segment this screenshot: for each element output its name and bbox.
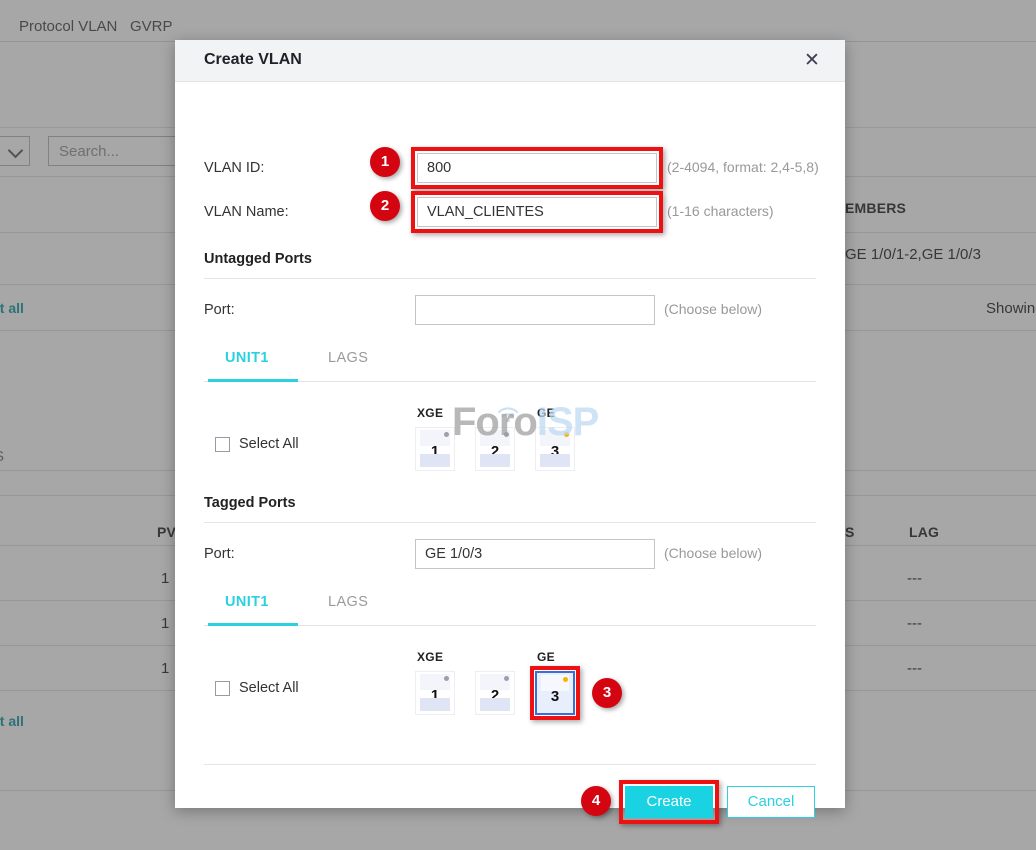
vlan-id-hint: (2-4094, format: 2,4-5,8): [667, 159, 819, 175]
port-led-icon: [444, 432, 449, 437]
tagged-port-label: Port:: [204, 546, 235, 562]
untagged-group-ge: GE: [537, 406, 555, 420]
port-led-icon: [504, 432, 509, 437]
port-base: [420, 454, 450, 467]
tagged-tab-lags[interactable]: LAGS: [328, 594, 368, 610]
dialog-header: Create VLAN ✕: [175, 40, 845, 82]
untagged-separator: [204, 278, 816, 279]
tagged-group-ge: GE: [537, 650, 555, 664]
tagged-port-input[interactable]: GE 1/0/3: [415, 539, 655, 569]
port-base: [480, 698, 510, 711]
close-icon[interactable]: ✕: [801, 50, 823, 72]
untagged-port-input[interactable]: [415, 295, 655, 325]
untagged-port-2[interactable]: 2: [475, 427, 515, 471]
untagged-select-all-label: Select All: [239, 436, 299, 452]
tagged-tabbar: UNIT1 LAGS: [204, 588, 816, 626]
tagged-port-hint: (Choose below): [664, 545, 763, 561]
port-led-icon: [504, 676, 509, 681]
annotation-badge-1: 1: [370, 147, 400, 177]
annotation-badge-2: 2: [370, 191, 400, 221]
create-vlan-dialog: Create VLAN ✕ VLAN ID: 800 (2-4094, form…: [175, 40, 845, 824]
footer-separator: [204, 764, 816, 765]
tagged-select-all-checkbox[interactable]: [215, 681, 230, 696]
tagged-port-3-number: 3: [550, 688, 560, 705]
untagged-tab-indicator: [208, 379, 298, 382]
untagged-tab-lags[interactable]: LAGS: [328, 350, 368, 366]
port-led-icon: [444, 676, 449, 681]
tagged-separator: [204, 522, 816, 523]
vlan-name-label: VLAN Name:: [204, 204, 289, 220]
dialog-title: Create VLAN: [204, 51, 302, 68]
tagged-ports-title: Tagged Ports: [204, 495, 296, 511]
annotation-badge-3: 3: [592, 678, 622, 708]
vlan-name-field[interactable]: VLAN_CLIENTES: [417, 197, 657, 227]
cancel-button[interactable]: Cancel: [727, 786, 815, 818]
vlan-id-label: VLAN ID:: [204, 160, 265, 176]
untagged-port-3[interactable]: 3: [535, 427, 575, 471]
tagged-port-1[interactable]: 1: [415, 671, 455, 715]
untagged-ports-title: Untagged Ports: [204, 251, 312, 267]
port-base: [420, 698, 450, 711]
untagged-port-label: Port:: [204, 302, 235, 318]
tagged-port-3[interactable]: 3: [535, 671, 575, 715]
create-button[interactable]: Create: [625, 786, 713, 818]
untagged-port-hint: (Choose below): [664, 301, 763, 317]
untagged-select-all-checkbox[interactable]: [215, 437, 230, 452]
untagged-tab-unit1[interactable]: UNIT1: [225, 350, 269, 366]
vlan-name-hint: (1-16 characters): [667, 203, 774, 219]
tagged-port-2[interactable]: 2: [475, 671, 515, 715]
port-led-icon: [564, 432, 569, 437]
vlan-id-field[interactable]: 800: [417, 153, 657, 183]
untagged-tabbar: UNIT1 LAGS: [204, 344, 816, 382]
annotation-badge-4: 4: [581, 786, 611, 816]
dialog-body: VLAN ID: 800 (2-4094, format: 2,4-5,8) V…: [175, 82, 845, 824]
port-base: [540, 454, 570, 467]
tagged-select-all-label: Select All: [239, 680, 299, 696]
port-base: [480, 454, 510, 467]
tagged-tab-indicator: [208, 623, 298, 626]
tagged-tab-unit1[interactable]: UNIT1: [225, 594, 269, 610]
tagged-group-xge: XGE: [417, 650, 444, 664]
untagged-port-1[interactable]: 1: [415, 427, 455, 471]
untagged-group-xge: XGE: [417, 406, 444, 420]
port-led-icon: [563, 677, 568, 682]
